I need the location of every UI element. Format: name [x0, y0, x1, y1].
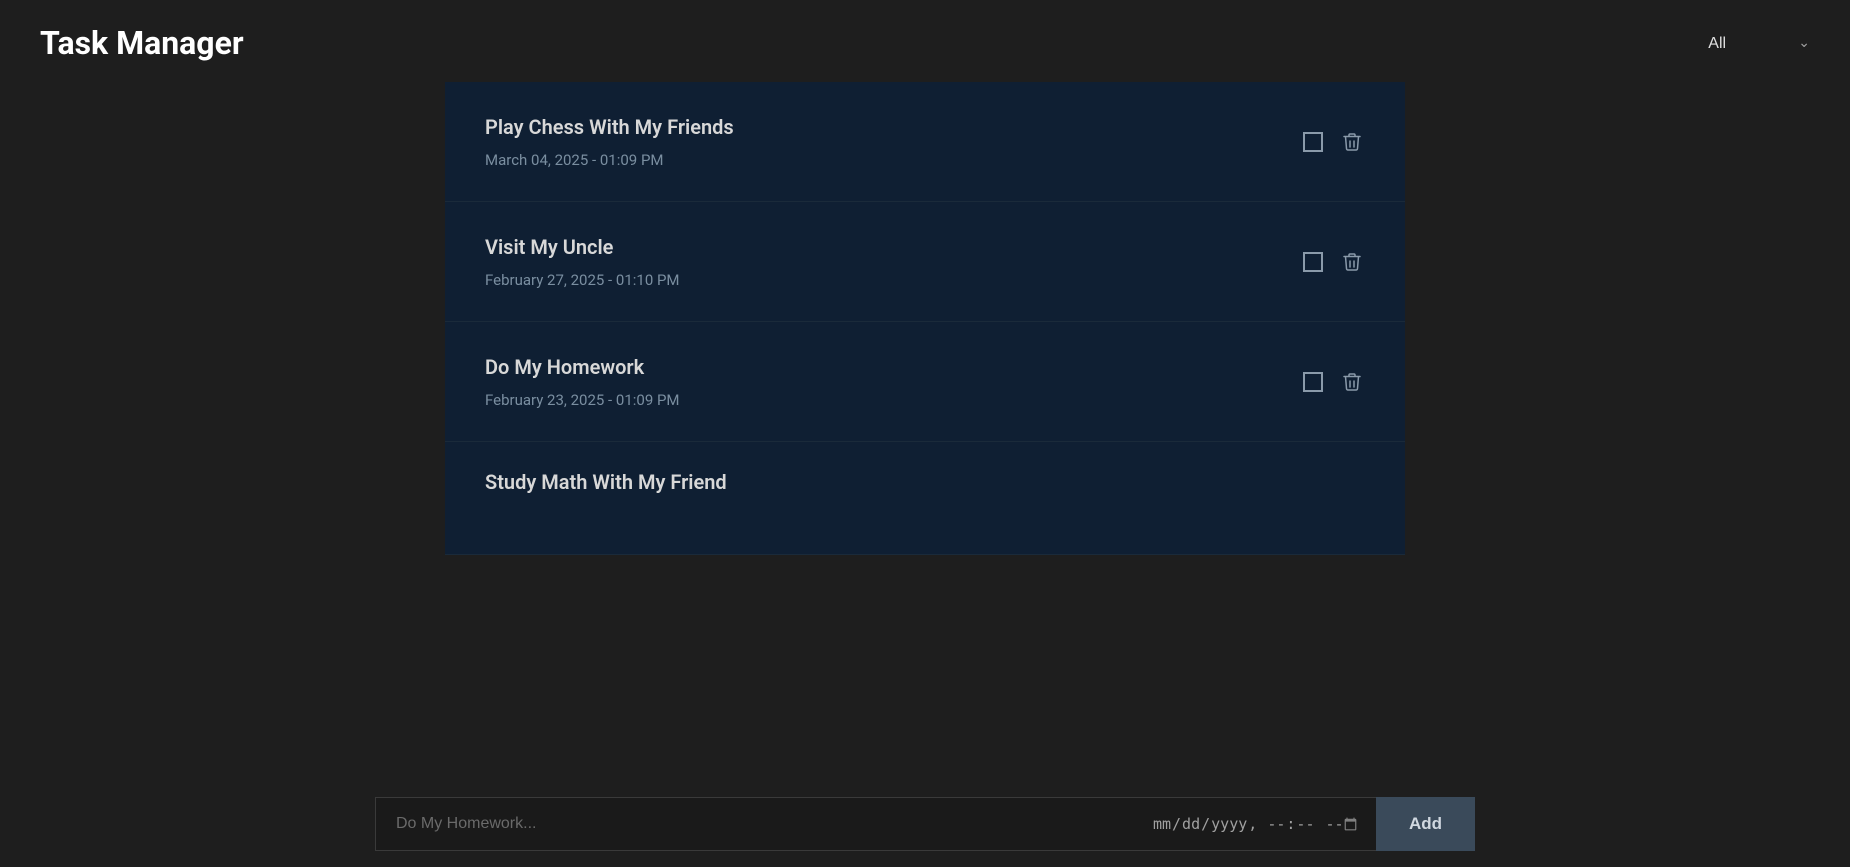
- task-title: Visit My Uncle: [485, 235, 680, 259]
- task-actions: [1303, 248, 1365, 276]
- task-complete-checkbox[interactable]: [1303, 372, 1323, 392]
- task-delete-button[interactable]: [1339, 248, 1365, 276]
- task-complete-checkbox[interactable]: [1303, 132, 1323, 152]
- task-info: Play Chess With My Friends March 04, 202…: [485, 115, 734, 169]
- task-title: Do My Homework: [485, 355, 680, 379]
- task-delete-button[interactable]: [1339, 368, 1365, 396]
- filter-select[interactable]: All Active Completed: [1696, 29, 1798, 58]
- filter-container: All Active Completed ⌄: [1696, 29, 1810, 58]
- task-list: Play Chess With My Friends March 04, 202…: [445, 82, 1405, 867]
- task-info: Do My Homework February 23, 2025 - 01:09…: [485, 355, 680, 409]
- task-item: Do My Homework February 23, 2025 - 01:09…: [445, 322, 1405, 442]
- page-header: Task Manager All Active Completed ⌄: [0, 0, 1850, 82]
- task-date: March 04, 2025 - 01:09 PM: [485, 151, 734, 169]
- trash-icon: [1343, 372, 1361, 392]
- add-task-bar: Add: [375, 781, 1475, 867]
- task-delete-button[interactable]: [1339, 128, 1365, 156]
- task-title: Play Chess With My Friends: [485, 115, 734, 139]
- task-item: Visit My Uncle February 27, 2025 - 01:10…: [445, 202, 1405, 322]
- task-item: Play Chess With My Friends March 04, 202…: [445, 82, 1405, 202]
- task-actions: [1303, 128, 1365, 156]
- task-item: Study Math With My Friend: [445, 442, 1405, 555]
- add-task-button[interactable]: Add: [1376, 797, 1475, 851]
- task-complete-checkbox[interactable]: [1303, 252, 1323, 272]
- task-title-input[interactable]: [375, 797, 1136, 851]
- trash-icon: [1343, 252, 1361, 272]
- chevron-down-icon: ⌄: [1798, 35, 1810, 51]
- task-datetime-input[interactable]: [1136, 797, 1376, 851]
- page-title: Task Manager: [40, 24, 244, 62]
- task-date: February 27, 2025 - 01:10 PM: [485, 271, 680, 289]
- task-info: Study Math With My Friend: [485, 470, 727, 494]
- task-actions: [1303, 368, 1365, 396]
- task-title: Study Math With My Friend: [485, 470, 727, 494]
- trash-icon: [1343, 132, 1361, 152]
- task-info: Visit My Uncle February 27, 2025 - 01:10…: [485, 235, 680, 289]
- task-date: February 23, 2025 - 01:09 PM: [485, 391, 680, 409]
